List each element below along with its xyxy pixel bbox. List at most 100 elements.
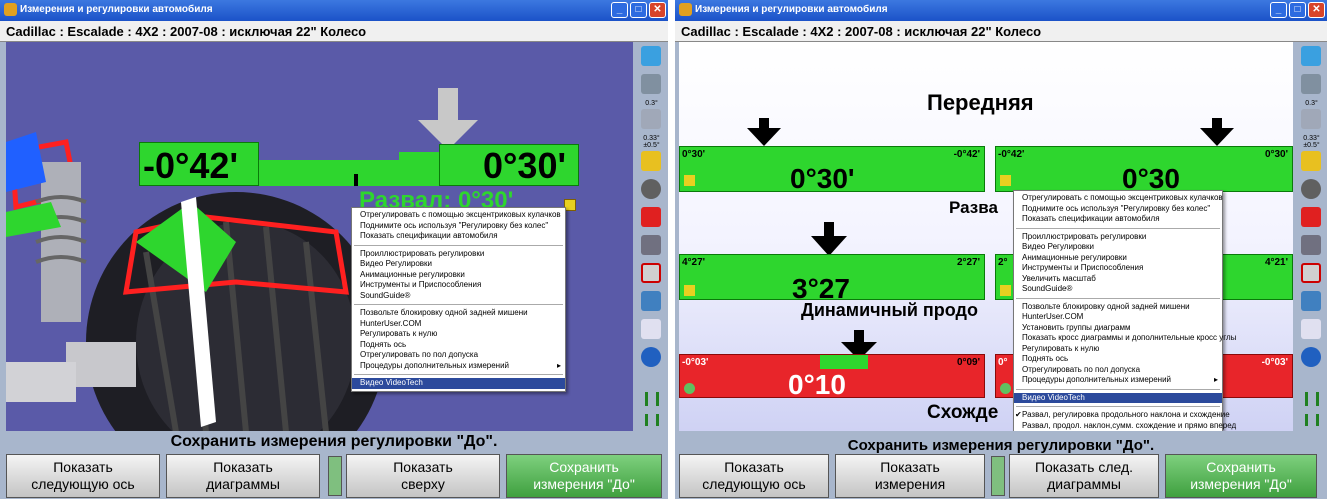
spec-icon[interactable]: [1299, 107, 1323, 131]
menu-item-label: SoundGuide®: [360, 290, 411, 300]
menu-item[interactable]: Процедуры дополнительных измерений ▸: [1014, 375, 1222, 386]
axle-icon-2[interactable]: [645, 414, 659, 426]
globe-icon[interactable]: [1299, 345, 1323, 369]
menu-item-label: Отрегулировать по пол допуска: [360, 350, 479, 359]
menu-item[interactable]: Видео Регулировки: [352, 259, 565, 270]
drive-icon[interactable]: [1299, 233, 1323, 257]
menu-item[interactable]: Отрегулировать с помощью эксцентриковых …: [352, 210, 565, 221]
menu-item[interactable]: Проиллюстрировать регулировки: [352, 249, 565, 260]
menu-item[interactable]: Видео Регулировки: [1014, 242, 1222, 253]
button-label-line1: Показать: [393, 459, 453, 475]
menu-item[interactable]: Поднимите ось используя "Регулировку без…: [1014, 204, 1222, 215]
axle-icon-1[interactable]: [1305, 392, 1319, 406]
print-icon[interactable]: [639, 72, 663, 96]
show-measurements-button[interactable]: Показать измерения: [835, 454, 985, 498]
menu-item[interactable]: Проиллюстрировать регулировки: [1014, 232, 1222, 243]
menu-item[interactable]: HunterUser.COM: [352, 319, 565, 330]
menu-item[interactable]: Инструменты и Приспособления: [352, 280, 565, 291]
menu-item[interactable]: Отрегулировать по пол допуска: [1014, 365, 1222, 376]
menu-item[interactable]: Позвольте блокировку одной задней мишени: [352, 308, 565, 319]
menu-item-videotech[interactable]: Видео VideoTech: [352, 378, 565, 389]
target-icon[interactable]: [1299, 177, 1323, 201]
minimize-button[interactable]: _: [611, 2, 628, 18]
meter-icon[interactable]: [1299, 205, 1323, 229]
drive-icon[interactable]: [639, 233, 663, 257]
wrench-icon[interactable]: [1299, 149, 1323, 173]
button-label-line2: измерения "До": [533, 476, 635, 492]
menu-item[interactable]: Показать спецификации автомобиля: [1014, 214, 1222, 225]
target-icon[interactable]: [639, 177, 663, 201]
menu-item[interactable]: Поднять ось: [352, 340, 565, 351]
menu-item[interactable]: HunterUser.COM: [1014, 312, 1222, 323]
expand-icon[interactable]: [684, 285, 695, 296]
range-max: -0°42': [953, 149, 980, 160]
menu-item[interactable]: Показать кросс диаграммы и дополнительны…: [1014, 333, 1236, 344]
save-before-button[interactable]: Сохранить измерения "До": [506, 454, 662, 498]
expand-icon[interactable]: [1000, 175, 1011, 186]
maximize-button[interactable]: □: [1289, 2, 1306, 18]
settings-icon[interactable]: [684, 383, 695, 394]
range-max: 4°21': [1264, 257, 1288, 268]
meter-icon[interactable]: [639, 205, 663, 229]
menu-item[interactable]: Отрегулировать с помощью эксцентриковых …: [1014, 193, 1223, 204]
menu-item[interactable]: Регулировать к нулю: [1014, 344, 1222, 355]
menu-item[interactable]: SoundGuide®: [352, 291, 565, 302]
menu-item[interactable]: Поднимите ось используя "Регулировку без…: [352, 221, 565, 232]
show-next-axle-button[interactable]: Показать следующую ось: [679, 454, 829, 498]
menu-item[interactable]: Позвольте блокировку одной задней мишени: [1014, 302, 1222, 313]
settings-icon[interactable]: [1000, 383, 1011, 394]
menu-item-label: Отрегулировать по пол допуска: [1022, 364, 1141, 374]
globe-icon[interactable]: [639, 345, 663, 369]
expand-icon[interactable]: [1000, 285, 1011, 296]
help-icon[interactable]: [1299, 44, 1323, 68]
expand-icon[interactable]: [684, 175, 695, 186]
toggle-switch[interactable]: [991, 456, 1005, 496]
document-icon[interactable]: [1299, 317, 1323, 341]
menu-item[interactable]: Анимационные регулировки: [352, 270, 565, 281]
maximize-button[interactable]: □: [630, 2, 647, 18]
car-icon[interactable]: [639, 289, 663, 313]
show-diagrams-button[interactable]: Показать диаграммы: [166, 454, 320, 498]
menu-item[interactable]: Отрегулировать по пол допуска: [352, 350, 565, 361]
show-next-diagrams-button[interactable]: Показать след. диаграммы: [1009, 454, 1159, 498]
menu-item[interactable]: Установить группы диаграмм: [1014, 323, 1222, 334]
menu-item-videotech[interactable]: Видео VideoTech: [1014, 392, 1222, 403]
car-icon[interactable]: [1299, 289, 1323, 313]
wrench-icon[interactable]: [639, 149, 663, 173]
print-icon[interactable]: [1299, 72, 1323, 96]
spec-text-3: ±0.5°: [643, 142, 660, 149]
show-next-axle-button[interactable]: Показать следующую ось: [6, 454, 160, 498]
save-before-button[interactable]: Сохранить измерения "До": [1165, 454, 1317, 498]
help-icon[interactable]: [639, 44, 663, 68]
spec-icon[interactable]: [639, 107, 663, 131]
menu-item[interactable]: Увеличить масштаб: [1014, 274, 1222, 285]
close-button[interactable]: ✕: [649, 2, 666, 18]
menu-item[interactable]: Анимационные регулировки: [1014, 253, 1222, 264]
front-caster-left-gauge: 4°27' 2°27' 3°27: [679, 254, 985, 304]
section-caster: Динамичный продо: [801, 300, 978, 320]
menu-item[interactable]: Регулировать к нулю: [352, 329, 565, 340]
document-icon[interactable]: [639, 317, 663, 341]
show-top-button[interactable]: Показать сверху: [346, 454, 500, 498]
minimize-button[interactable]: _: [1270, 2, 1287, 18]
flag-icon[interactable]: [639, 261, 663, 285]
spec-text-2: 0.33°: [1303, 135, 1320, 142]
left-window: Измерения и регулировки автомобиля _ □ ✕…: [0, 0, 668, 499]
button-label-line1: Показать: [724, 459, 784, 475]
menu-item[interactable]: SoundGuide®: [1014, 284, 1222, 295]
menu-item[interactable]: Инструменты и Приспособления: [1014, 263, 1222, 274]
axle-icon-1[interactable]: [645, 392, 659, 406]
button-label-line2: диаграммы: [206, 476, 280, 492]
flag-icon[interactable]: [1299, 261, 1323, 285]
menu-item-label: Инструменты и Приспособления: [360, 280, 482, 289]
menu-item[interactable]: Процедуры дополнительных измерений ▸: [352, 361, 565, 372]
axle-icon-2[interactable]: [1305, 414, 1319, 426]
menu-item[interactable]: Развал, регулировка продольного наклона …: [1014, 410, 1230, 421]
menu-item[interactable]: Показать спецификации автомобиля: [352, 231, 565, 242]
close-button[interactable]: ✕: [1308, 2, 1325, 18]
menu-item[interactable]: Поднять ось: [1014, 354, 1222, 365]
menu-item[interactable]: Развал, продол. наклон,сумм. схождение и…: [1014, 421, 1236, 432]
toggle-switch[interactable]: [328, 456, 342, 496]
front-camber-left-gauge: 0°30' -0°42' 0°30': [679, 146, 985, 194]
button-label-line1: Показать: [53, 459, 113, 475]
